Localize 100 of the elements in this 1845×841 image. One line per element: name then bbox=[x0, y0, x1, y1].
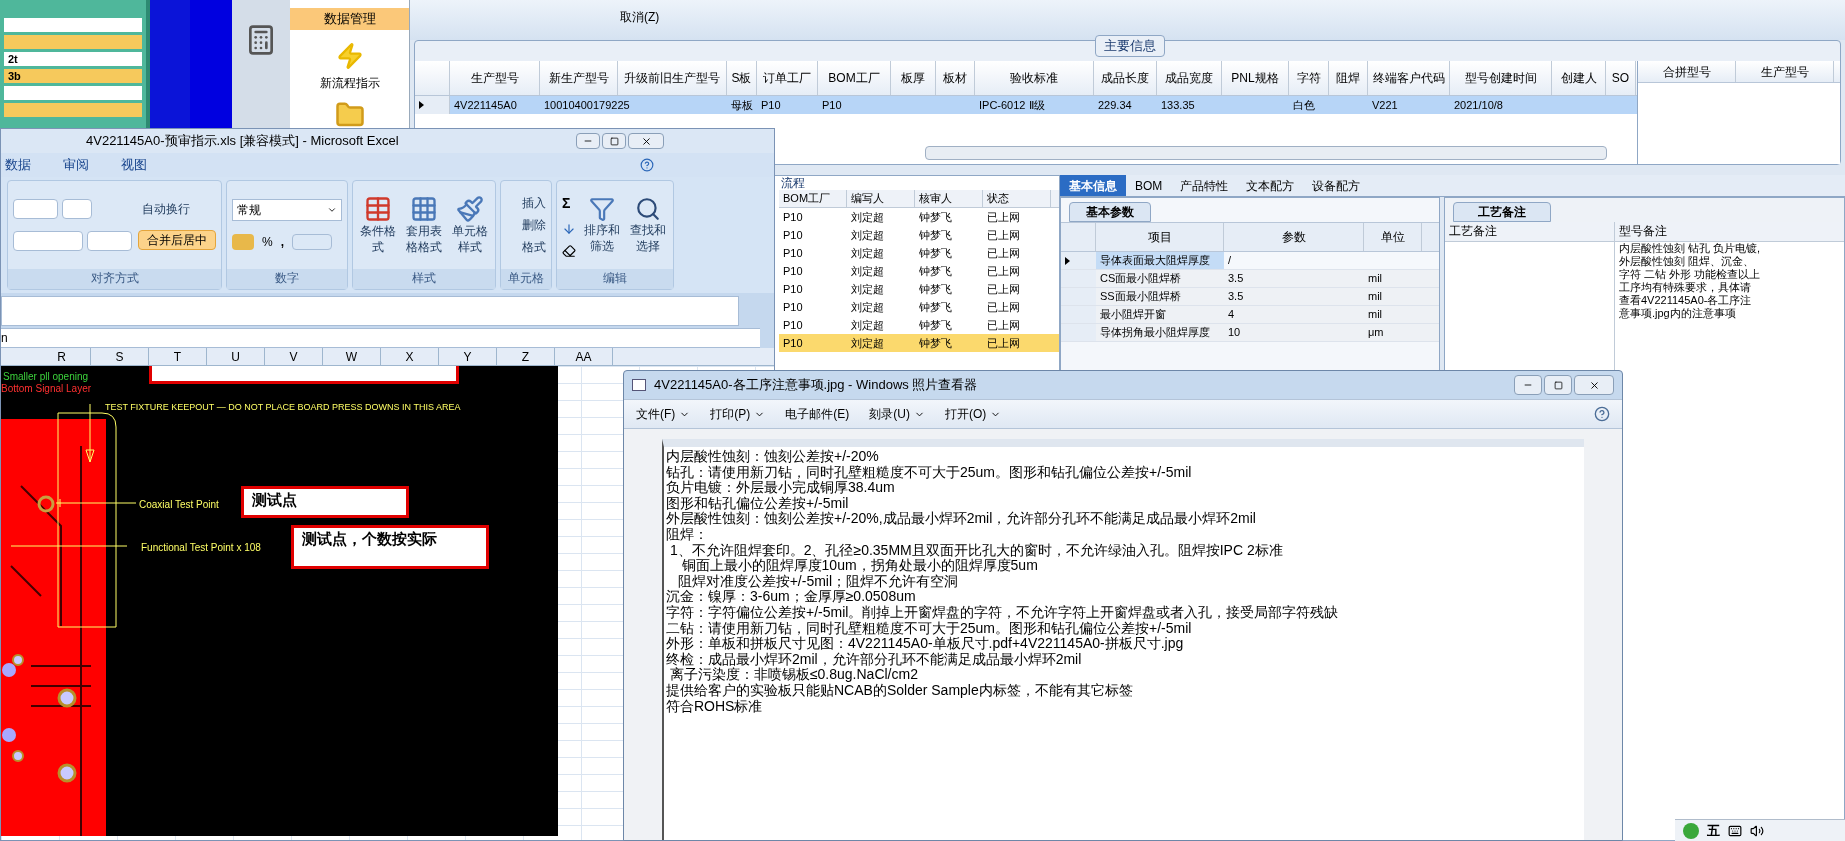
column-header[interactable]: 板厚 bbox=[891, 61, 936, 95]
menu-item[interactable]: 文件(F) bbox=[636, 405, 691, 423]
tab[interactable]: 基本信息 bbox=[1060, 175, 1126, 196]
autosum-button[interactable]: Σ bbox=[562, 192, 576, 214]
eraser-icon[interactable] bbox=[562, 243, 576, 258]
percent-button[interactable]: % bbox=[262, 233, 273, 251]
ribbon-button[interactable]: 套用表格格式 bbox=[404, 195, 444, 255]
column-header[interactable]: 成品长度 bbox=[1094, 61, 1157, 95]
column-header[interactable]: 订单工厂 bbox=[757, 61, 818, 95]
ribbon-tab[interactable]: 审阅 bbox=[63, 155, 89, 175]
column-header[interactable]: S板 bbox=[727, 61, 757, 95]
menu-item[interactable]: 电子邮件(E) bbox=[785, 405, 850, 423]
tab[interactable]: 产品特性 bbox=[1171, 175, 1238, 196]
column-header[interactable]: 状态 bbox=[983, 190, 1051, 207]
column-header[interactable]: 创建人 bbox=[1552, 61, 1606, 95]
cancel-button[interactable]: 取消(Z) bbox=[620, 8, 660, 26]
column-header[interactable]: 生产型号 bbox=[1736, 61, 1834, 82]
column-header[interactable]: V bbox=[265, 348, 323, 365]
close-button[interactable] bbox=[1574, 375, 1614, 395]
game-cell[interactable] bbox=[4, 35, 142, 49]
panel-tab[interactable]: 工艺备注 bbox=[1453, 202, 1551, 222]
maximize-button[interactable] bbox=[602, 133, 626, 149]
column-header[interactable]: S bbox=[91, 348, 149, 365]
minimize-button[interactable] bbox=[1514, 375, 1542, 395]
table-row[interactable]: 4V221145A0 10010400179225 母板 P10 P10 IPC-6012 Ⅱ级 229.34 133.35 白色 V221 2021/10/8 bbox=[415, 96, 1637, 114]
panel-tab[interactable]: 流程 bbox=[781, 176, 805, 190]
panel-tab[interactable]: 基本参数 bbox=[1069, 202, 1151, 222]
ime-mode[interactable]: 五 bbox=[1707, 820, 1720, 841]
column-header[interactable]: 板材 bbox=[936, 61, 975, 95]
tab[interactable]: BOM bbox=[1126, 175, 1172, 196]
table-row[interactable]: 最小阻焊开窗 4 mil bbox=[1061, 306, 1439, 324]
game-cell[interactable] bbox=[4, 103, 142, 117]
column-header[interactable]: R bbox=[33, 348, 91, 365]
game-cell[interactable]: 2t bbox=[4, 52, 142, 66]
column-header[interactable]: 成品宽度 bbox=[1157, 61, 1222, 95]
ribbon-button[interactable]: 排序和筛选 bbox=[582, 196, 622, 254]
keyboard-icon[interactable] bbox=[1728, 823, 1742, 838]
column-header[interactable]: 型号创建时间 bbox=[1450, 61, 1552, 95]
table-cell-text: 钟梦飞 bbox=[918, 263, 953, 279]
column-header[interactable]: 生产型号 bbox=[450, 61, 540, 95]
column-header[interactable]: BOM工厂 bbox=[818, 61, 891, 95]
nav-header[interactable]: 数据管理 bbox=[290, 8, 409, 30]
column-header[interactable]: SO bbox=[1606, 61, 1636, 95]
table-row[interactable]: SS面最小阻焊桥 3.5 mil bbox=[1061, 288, 1439, 306]
menu-item[interactable]: 刻录(U) bbox=[869, 405, 925, 423]
fill-icon[interactable] bbox=[562, 221, 576, 236]
ribbon-button[interactable]: 条件格式 bbox=[358, 195, 398, 255]
column-header[interactable]: 升级前旧生产型号 bbox=[618, 61, 727, 95]
volume-icon[interactable] bbox=[1750, 823, 1764, 838]
column-header[interactable]: 编写人 bbox=[847, 190, 915, 207]
column-header[interactable]: T bbox=[149, 348, 207, 365]
column-header[interactable]: 核审人 bbox=[915, 190, 983, 207]
cells-button[interactable]: 删除 bbox=[506, 216, 546, 234]
lightning-icon[interactable] bbox=[335, 42, 364, 70]
close-button[interactable] bbox=[628, 133, 664, 149]
game-cell[interactable] bbox=[4, 86, 142, 100]
ribbon-tab[interactable]: 视图 bbox=[121, 155, 147, 175]
help-icon[interactable] bbox=[640, 158, 654, 172]
column-header[interactable]: X bbox=[381, 348, 439, 365]
menu-item[interactable]: 打印(P) bbox=[710, 405, 766, 423]
column-header[interactable]: 字符 bbox=[1289, 61, 1329, 95]
tab[interactable]: 文本配方 bbox=[1237, 175, 1304, 196]
column-header[interactable]: 新生产型号 bbox=[540, 61, 618, 95]
tab[interactable]: 设备配方 bbox=[1303, 175, 1370, 196]
ribbon-button[interactable]: 单元格样式 bbox=[450, 195, 490, 255]
column-header[interactable]: BOM工厂 bbox=[779, 190, 847, 207]
column-header[interactable]: 单位 bbox=[1364, 223, 1422, 251]
minimize-button[interactable] bbox=[576, 133, 600, 149]
column-header[interactable]: 项目 bbox=[1096, 223, 1224, 251]
table-row[interactable]: CS面最小阻焊桥 3.5 mil bbox=[1061, 270, 1439, 288]
table-row[interactable]: P10 刘定超 钟梦飞 已上网 bbox=[779, 334, 1059, 352]
column-header[interactable]: Y bbox=[439, 348, 497, 365]
help-icon[interactable] bbox=[1594, 406, 1610, 422]
cells-button[interactable]: 插入 bbox=[506, 194, 546, 212]
wrap-text-button[interactable]: 自动换行 bbox=[138, 200, 216, 218]
number-format-dropdown[interactable]: 常规 bbox=[232, 199, 342, 221]
column-header[interactable]: Z bbox=[497, 348, 555, 365]
merge-center-button[interactable]: 合并后居中 bbox=[138, 230, 216, 250]
column-header[interactable]: 合拼型号 bbox=[1638, 61, 1736, 82]
ribbon-button[interactable]: 查找和选择 bbox=[628, 196, 668, 254]
column-header[interactable]: AA bbox=[555, 348, 613, 365]
column-header[interactable]: U bbox=[207, 348, 265, 365]
column-header[interactable]: 验收标准 bbox=[975, 61, 1094, 95]
table-row[interactable]: 导体拐角最小阻焊厚度 10 μm bbox=[1061, 324, 1439, 342]
nav-item[interactable]: 新流程指示 bbox=[319, 74, 380, 92]
column-header[interactable]: 阻焊 bbox=[1329, 61, 1368, 95]
column-header[interactable]: W bbox=[323, 348, 381, 365]
ribbon-tab[interactable]: 数据 bbox=[5, 155, 31, 175]
column-header[interactable]: PNL规格 bbox=[1222, 61, 1289, 95]
maximize-button[interactable] bbox=[1544, 375, 1572, 395]
formula-bar[interactable] bbox=[1, 296, 739, 326]
horizontal-scrollbar[interactable] bbox=[925, 146, 1607, 160]
game-cell[interactable] bbox=[4, 18, 142, 32]
column-header[interactable]: 参数 bbox=[1224, 223, 1364, 251]
cells-button[interactable]: 格式 bbox=[506, 238, 546, 256]
ime-logo-icon[interactable] bbox=[1683, 822, 1699, 839]
game-cell[interactable]: 3b bbox=[4, 69, 142, 83]
column-header[interactable]: 终端客户代码 bbox=[1368, 61, 1450, 95]
menu-item[interactable]: 打开(O) bbox=[945, 405, 1002, 423]
table-row[interactable]: 导体表面最大阻焊厚度 / bbox=[1061, 252, 1439, 270]
